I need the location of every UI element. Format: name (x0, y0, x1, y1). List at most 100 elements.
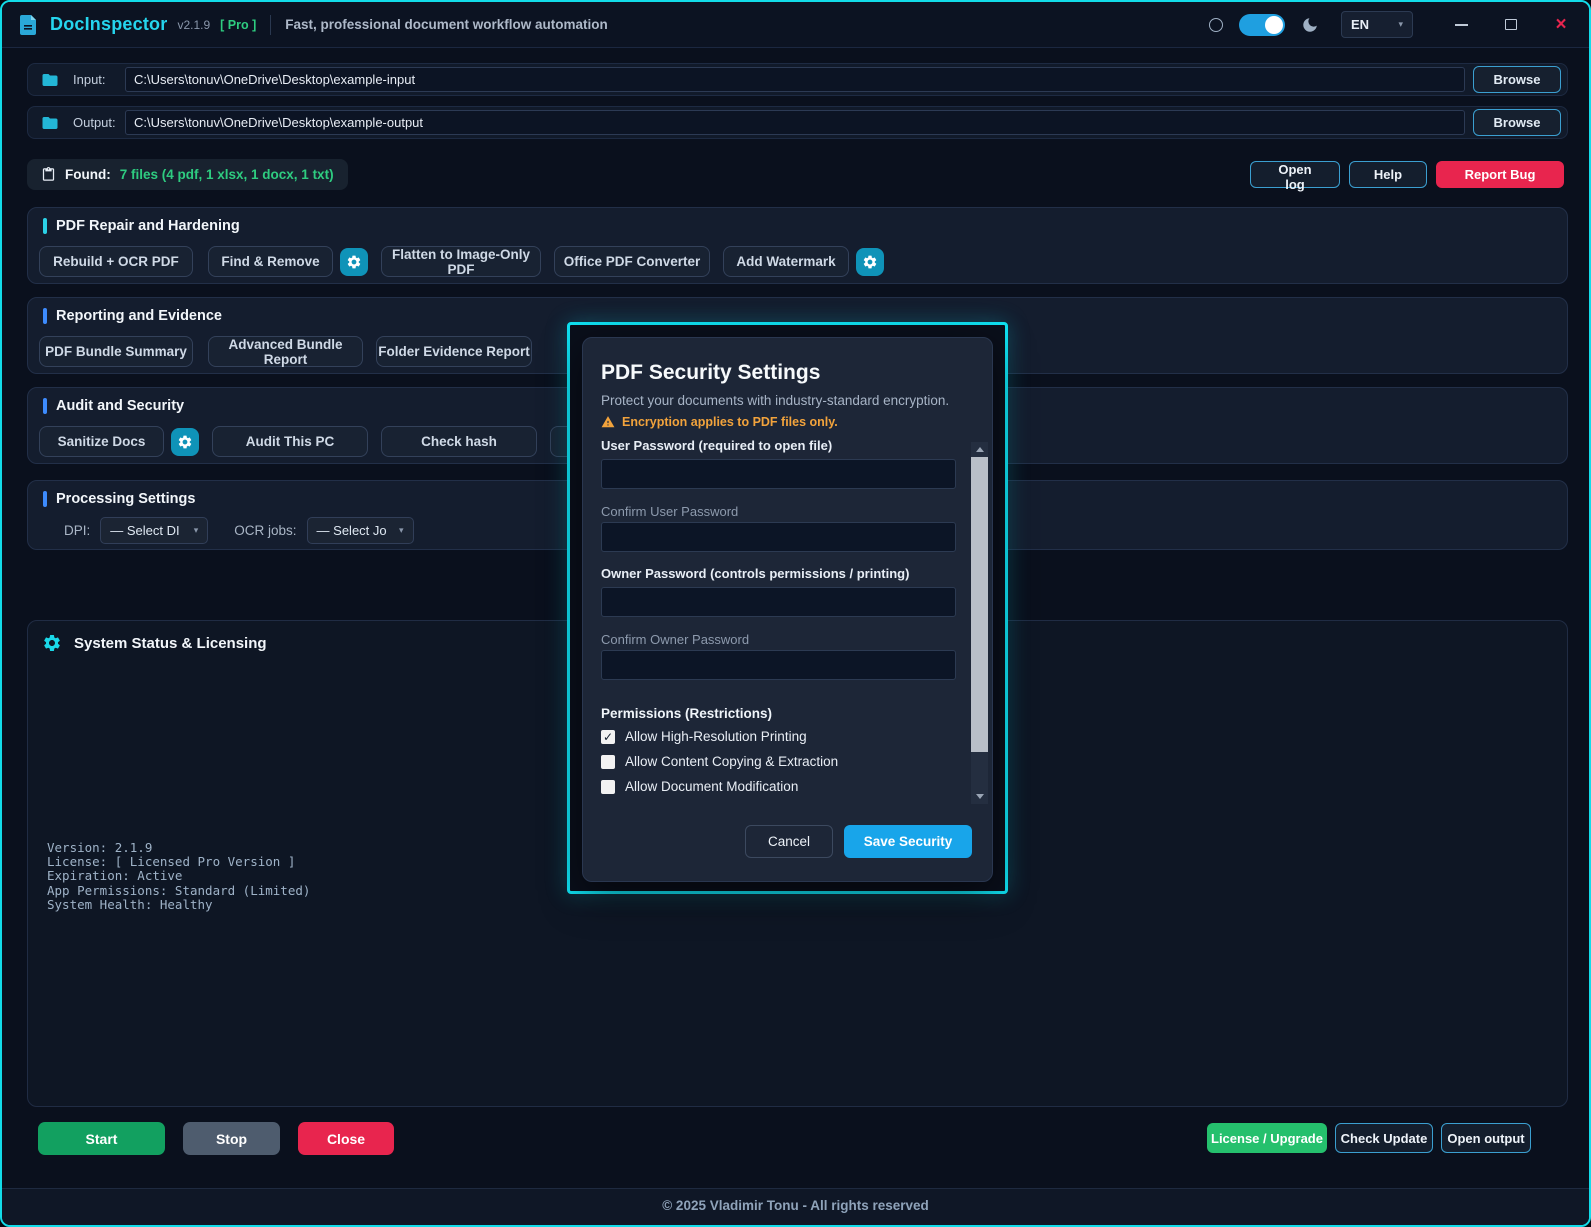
minimize-icon (1454, 23, 1468, 26)
folder-evidence-report-button[interactable]: Folder Evidence Report (376, 336, 532, 367)
license-status-text: Version: 2.1.9 License: [ Licensed Pro V… (47, 840, 311, 912)
footer: © 2025 Vladimir Tonu - All rights reserv… (2, 1188, 1589, 1225)
confirm-owner-password-field[interactable] (601, 650, 956, 680)
owner-password-field[interactable] (601, 587, 956, 617)
help-button[interactable]: Help (1349, 161, 1427, 188)
chevron-down-icon: ▾ (1398, 19, 1403, 29)
scrollbar-thumb[interactable] (971, 457, 988, 752)
moon-icon (1301, 16, 1319, 34)
check-hash-button[interactable]: Check hash (381, 426, 537, 457)
pro-badge: [ Pro ] (220, 17, 257, 32)
permissions-title: Permissions (Restrictions) (601, 706, 773, 721)
confirm-user-password-field[interactable] (601, 522, 956, 552)
save-security-button[interactable]: Save Security (844, 825, 972, 858)
language-value: EN (1351, 17, 1370, 32)
section-pdf-repair: PDF Repair and Hardening Rebuild + OCR P… (27, 207, 1568, 284)
allow-printing-checkbox-row[interactable]: ✓ Allow High-Resolution Printing (601, 729, 807, 744)
allow-copying-checkbox-row[interactable]: ✓ Allow Content Copying & Extraction (601, 754, 838, 769)
allow-modification-checkbox-row[interactable]: ✓ Allow Document Modification (601, 779, 798, 794)
section-accent-bar (43, 308, 47, 324)
stop-button[interactable]: Stop (183, 1122, 280, 1155)
find-remove-settings-button[interactable] (340, 247, 368, 276)
flatten-image-pdf-button[interactable]: Flatten to Image-Only PDF (381, 246, 541, 277)
toggle-knob (1265, 15, 1283, 34)
maximize-button[interactable] (1501, 15, 1521, 35)
pdf-security-modal: PDF Security Settings Protect your docum… (567, 322, 1008, 894)
gear-icon (177, 434, 193, 450)
scroll-up-arrow[interactable] (971, 442, 988, 457)
warning-triangle-icon (601, 415, 615, 429)
title-bar: DocInspector v2.1.9 [ Pro ] Fast, profes… (2, 2, 1589, 48)
output-browse-button[interactable]: Browse (1473, 109, 1561, 136)
app-window: DocInspector v2.1.9 [ Pro ] Fast, profes… (0, 0, 1591, 1227)
advanced-bundle-report-button[interactable]: Advanced Bundle Report (208, 336, 363, 367)
section-accent-bar (43, 218, 47, 234)
copyright-text: © 2025 Vladimir Tonu - All rights reserv… (662, 1198, 929, 1213)
checkbox[interactable]: ✓ (601, 729, 615, 744)
output-path-field[interactable] (125, 110, 1465, 135)
input-label: Input: (73, 72, 106, 87)
report-bug-button[interactable]: Report Bug (1436, 161, 1564, 188)
ocr-jobs-select-value: — Select Jo (316, 523, 387, 538)
section-accent-bar (43, 398, 47, 414)
open-output-button[interactable]: Open output (1441, 1123, 1531, 1153)
user-password-label: User Password (required to open file) (601, 438, 833, 453)
output-label: Output: (73, 115, 116, 130)
checkbox-label: Allow High-Resolution Printing (625, 729, 807, 744)
app-logo-icon (16, 13, 40, 37)
watermark-settings-button[interactable] (856, 247, 884, 276)
gear-icon (346, 254, 362, 270)
confirm-owner-password-label: Confirm Owner Password (601, 632, 750, 647)
ocr-jobs-label: OCR jobs: (234, 523, 297, 538)
modal-title: PDF Security Settings (601, 361, 821, 384)
close-icon: × (1555, 14, 1567, 35)
user-password-field[interactable] (601, 459, 956, 489)
app-tagline: Fast, professional document workflow aut… (285, 17, 608, 32)
pdf-bundle-summary-button[interactable]: PDF Bundle Summary (39, 336, 193, 367)
office-pdf-converter-button[interactable]: Office PDF Converter (554, 246, 710, 277)
confirm-user-password-label: Confirm User Password (601, 504, 739, 519)
scroll-down-arrow[interactable] (971, 789, 988, 804)
clipboard-icon (41, 167, 56, 182)
audit-this-pc-button[interactable]: Audit This PC (212, 426, 368, 457)
close-window-button[interactable]: × (1551, 15, 1571, 35)
section-title: PDF Repair and Hardening (56, 218, 240, 234)
language-select[interactable]: EN ▾ (1341, 11, 1413, 38)
modal-subtitle: Protect your documents with industry-sta… (601, 393, 950, 408)
input-path-field[interactable] (125, 67, 1465, 92)
sanitize-settings-button[interactable] (171, 427, 199, 456)
license-upgrade-button[interactable]: License / Upgrade (1207, 1123, 1327, 1153)
rebuild-ocr-pdf-button[interactable]: Rebuild + OCR PDF (39, 246, 193, 277)
close-button[interactable]: Close (298, 1122, 394, 1155)
open-log-button[interactable]: Open log (1250, 161, 1340, 192)
app-title: DocInspector (50, 14, 168, 34)
maximize-icon (1505, 19, 1517, 30)
gear-icon (862, 254, 878, 270)
found-label: Found: (65, 167, 111, 182)
found-files-badge: Found: 7 files (4 pdf, 1 xlsx, 1 docx, 1… (27, 159, 348, 190)
modal-scrollbar[interactable] (971, 442, 988, 804)
check-icon: ✓ (602, 729, 614, 744)
minimize-button[interactable] (1451, 15, 1471, 35)
input-browse-button[interactable]: Browse (1473, 66, 1561, 93)
folder-icon (41, 114, 59, 132)
sanitize-docs-button[interactable]: Sanitize Docs (39, 426, 164, 457)
find-remove-button[interactable]: Find & Remove (208, 246, 333, 277)
add-watermark-button[interactable]: Add Watermark (723, 246, 849, 277)
sun-icon (1209, 17, 1223, 32)
chevron-down-icon: ▾ (399, 525, 404, 535)
status-panel-title: System Status & Licensing (74, 634, 267, 652)
gear-icon (42, 633, 62, 653)
folder-icon (41, 71, 59, 89)
dpi-select[interactable]: — Select DI ▾ (100, 517, 209, 544)
input-path-row: Input: Browse (27, 63, 1568, 96)
cancel-button[interactable]: Cancel (745, 825, 833, 858)
start-button[interactable]: Start (38, 1122, 165, 1155)
dpi-select-value: — Select DI (110, 523, 180, 538)
dpi-label: DPI: (64, 523, 91, 538)
checkbox[interactable]: ✓ (601, 779, 615, 794)
ocr-jobs-select[interactable]: — Select Jo ▾ (306, 517, 414, 544)
theme-toggle[interactable] (1239, 13, 1285, 36)
check-update-button[interactable]: Check Update (1335, 1123, 1433, 1153)
checkbox[interactable]: ✓ (601, 754, 615, 769)
